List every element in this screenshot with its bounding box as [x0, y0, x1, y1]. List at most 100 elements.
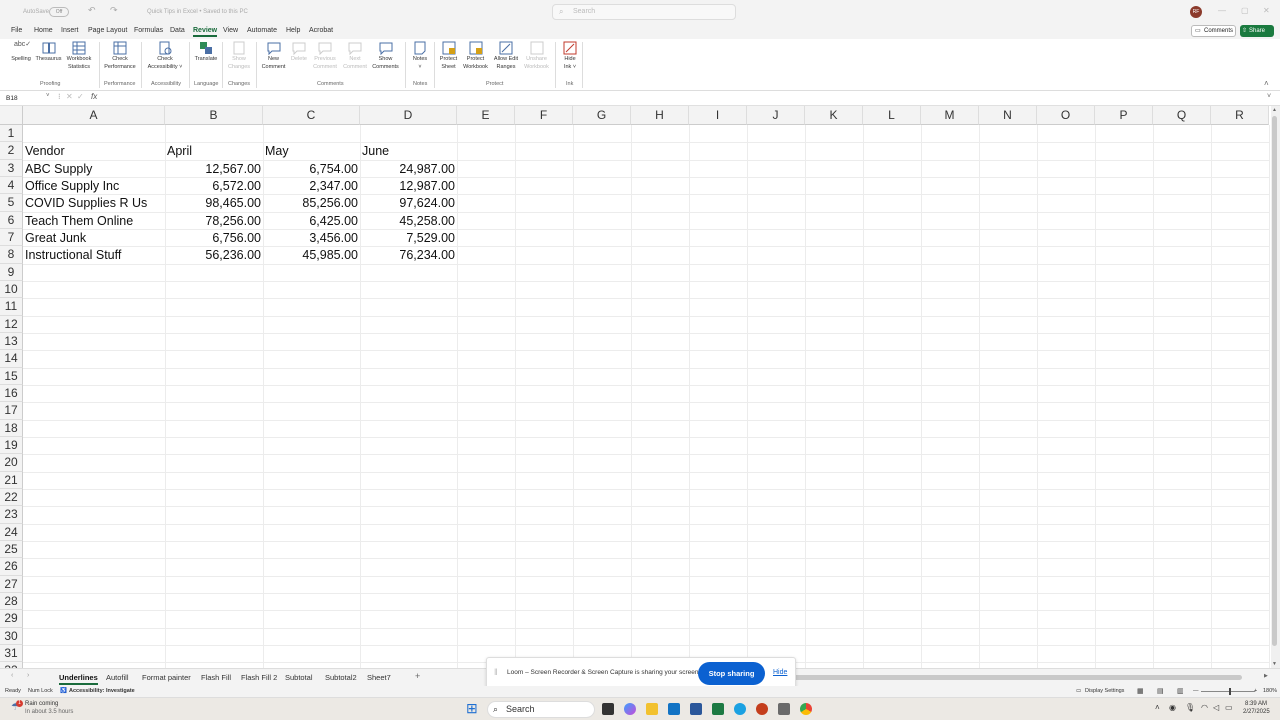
previous-comment-button[interactable]: Previous Comment [310, 41, 340, 71]
cell-d6[interactable]: 45,258.00 [362, 213, 455, 230]
cell-d3[interactable]: 24,987.00 [362, 161, 455, 178]
column-header-g[interactable]: G [573, 106, 631, 125]
minimize-icon[interactable]: — [1218, 6, 1226, 15]
weather-title[interactable]: Rain coming [25, 701, 58, 707]
drag-handle-icon[interactable]: ‖ [494, 667, 498, 677]
formula-input[interactable] [110, 93, 1260, 104]
undo-icon[interactable]: ↶ [88, 5, 96, 16]
cell-c5[interactable]: 85,256.00 [265, 195, 358, 212]
tab-help[interactable]: Help [286, 27, 300, 34]
cell-c4[interactable]: 2,347.00 [265, 178, 358, 195]
row-header-20[interactable]: 20 [0, 454, 23, 472]
cell-a8[interactable]: Instructional Stuff [25, 247, 163, 264]
protect-sheet-button[interactable]: Protect Sheet [436, 41, 461, 71]
row-header-10[interactable]: 10 [0, 280, 23, 299]
row-header-25[interactable]: 25 [0, 540, 23, 559]
translate-button[interactable]: Translate [192, 41, 220, 64]
column-header-b[interactable]: B [165, 106, 263, 125]
column-header-a[interactable]: A [23, 106, 165, 125]
sheet-tab-flash-fill-2[interactable]: Flash Fill 2 [241, 673, 277, 682]
autosave-toggle[interactable]: Off [49, 7, 69, 17]
zoom-level[interactable]: 180% [1263, 688, 1277, 694]
share-button[interactable]: ⇧ Share [1240, 25, 1274, 37]
outlook-icon[interactable] [668, 703, 680, 715]
sheet-tab-sheet7[interactable]: Sheet7 [367, 673, 391, 682]
row-header-11[interactable]: 11 [0, 298, 23, 316]
tab-automate[interactable]: Automate [247, 27, 277, 34]
column-header-c[interactable]: C [263, 106, 360, 125]
row-header-3[interactable]: 3 [0, 159, 23, 177]
row-header-8[interactable]: 8 [0, 246, 23, 264]
row-header-21[interactable]: 21 [0, 471, 23, 489]
avatar[interactable]: RF [1190, 6, 1202, 18]
tab-file[interactable]: File [11, 27, 22, 34]
column-header-o[interactable]: O [1037, 106, 1095, 125]
vertical-scroll-thumb[interactable] [1272, 116, 1277, 646]
cell-a5[interactable]: COVID Supplies R Us [25, 195, 163, 212]
title-search-input[interactable]: ⌕ Search [552, 4, 736, 20]
notes-button[interactable]: Notes ˅ [409, 41, 431, 71]
show-comments-button[interactable]: Show Comments [370, 41, 401, 71]
check-performance-button[interactable]: Check Performance [101, 41, 139, 71]
cell-b7[interactable]: 6,756.00 [167, 230, 261, 247]
zoom-in-icon[interactable]: + [1254, 688, 1257, 694]
row-header-26[interactable]: 26 [0, 558, 23, 576]
cell-c3[interactable]: 6,754.00 [265, 161, 358, 178]
tab-home[interactable]: Home [34, 27, 53, 34]
delete-comment-button[interactable]: Delete [288, 41, 310, 64]
scroll-up-icon[interactable]: ▲ [1272, 107, 1277, 113]
sheet-tab-underlines[interactable]: Underlines [59, 673, 98, 685]
row-header-7[interactable]: 7 [0, 228, 23, 247]
maximize-icon[interactable]: ▢ [1241, 6, 1249, 15]
redo-icon[interactable]: ↷ [110, 5, 118, 16]
tab-page-layout[interactable]: Page Layout [88, 27, 127, 34]
word-icon[interactable] [690, 703, 702, 715]
zoom-out-icon[interactable]: — [1193, 688, 1199, 694]
cell-d8[interactable]: 76,234.00 [362, 247, 455, 264]
copilot-icon[interactable] [624, 703, 636, 715]
sheet-tab-autofill[interactable]: Autofill [106, 673, 129, 682]
display-settings-icon[interactable]: ▭ [1076, 688, 1081, 694]
cell-b8[interactable]: 56,236.00 [167, 247, 261, 264]
excel-icon[interactable] [712, 703, 724, 715]
volume-icon[interactable]: ◁ [1213, 703, 1219, 712]
column-header-e[interactable]: E [457, 106, 515, 125]
row-header-16[interactable]: 16 [0, 384, 23, 403]
taskbar-time[interactable]: 8:39 AM [1245, 701, 1267, 707]
protect-workbook-button[interactable]: Protect Workbook [461, 41, 490, 71]
row-header-2[interactable]: 2 [0, 142, 23, 160]
select-all-corner[interactable] [0, 106, 23, 125]
row-header-28[interactable]: 28 [0, 592, 23, 611]
row-header-4[interactable]: 4 [0, 176, 23, 195]
sheet-tab-subtotal2[interactable]: Subtotal2 [325, 673, 357, 682]
expand-formula-icon[interactable]: ˅ [1267, 93, 1271, 100]
cancel-icon[interactable]: ✕ [66, 92, 73, 101]
cell-b4[interactable]: 6,572.00 [167, 178, 261, 195]
spreadsheet-grid[interactable]: ABCDEFGHIJKLMNOPQR 1 2 3 4 5 6 7 8 9 10 11 12 13 14 15… [0, 106, 1270, 668]
document-title[interactable]: Quick Tips in Excel • Saved to this PC [147, 9, 248, 15]
cell-c7[interactable]: 3,456.00 [265, 230, 358, 247]
scroll-down-icon[interactable]: ▼ [1272, 661, 1277, 667]
name-box-dropdown-icon[interactable]: ˅ [46, 93, 50, 99]
cell-a4[interactable]: Office Supply Inc [25, 178, 163, 195]
column-header-d[interactable]: D [360, 106, 457, 125]
cell-b3[interactable]: 12,567.00 [167, 161, 261, 178]
snipping-tool-icon[interactable] [778, 703, 790, 715]
show-changes-button[interactable]: Show Changes [225, 41, 253, 71]
tab-insert[interactable]: Insert [61, 27, 79, 34]
allow-edit-ranges-button[interactable]: Allow Edit Ranges [490, 41, 522, 71]
chrome-icon[interactable] [800, 703, 812, 715]
row-header-30[interactable]: 30 [0, 627, 23, 645]
tab-view[interactable]: View [223, 27, 238, 34]
powerpoint-icon[interactable] [756, 703, 768, 715]
file-explorer-icon[interactable] [646, 703, 658, 715]
tab-acrobat[interactable]: Acrobat [309, 27, 333, 34]
row-header-31[interactable]: 31 [0, 644, 23, 663]
next-comment-button[interactable]: Next Comment [340, 41, 370, 71]
row-header-19[interactable]: 19 [0, 436, 23, 455]
row-header-12[interactable]: 12 [0, 315, 23, 333]
cell-a6[interactable]: Teach Them Online [25, 213, 163, 230]
zoom-slider-thumb[interactable] [1229, 688, 1231, 695]
row-header-9[interactable]: 9 [0, 263, 23, 281]
row-header-14[interactable]: 14 [0, 350, 23, 368]
